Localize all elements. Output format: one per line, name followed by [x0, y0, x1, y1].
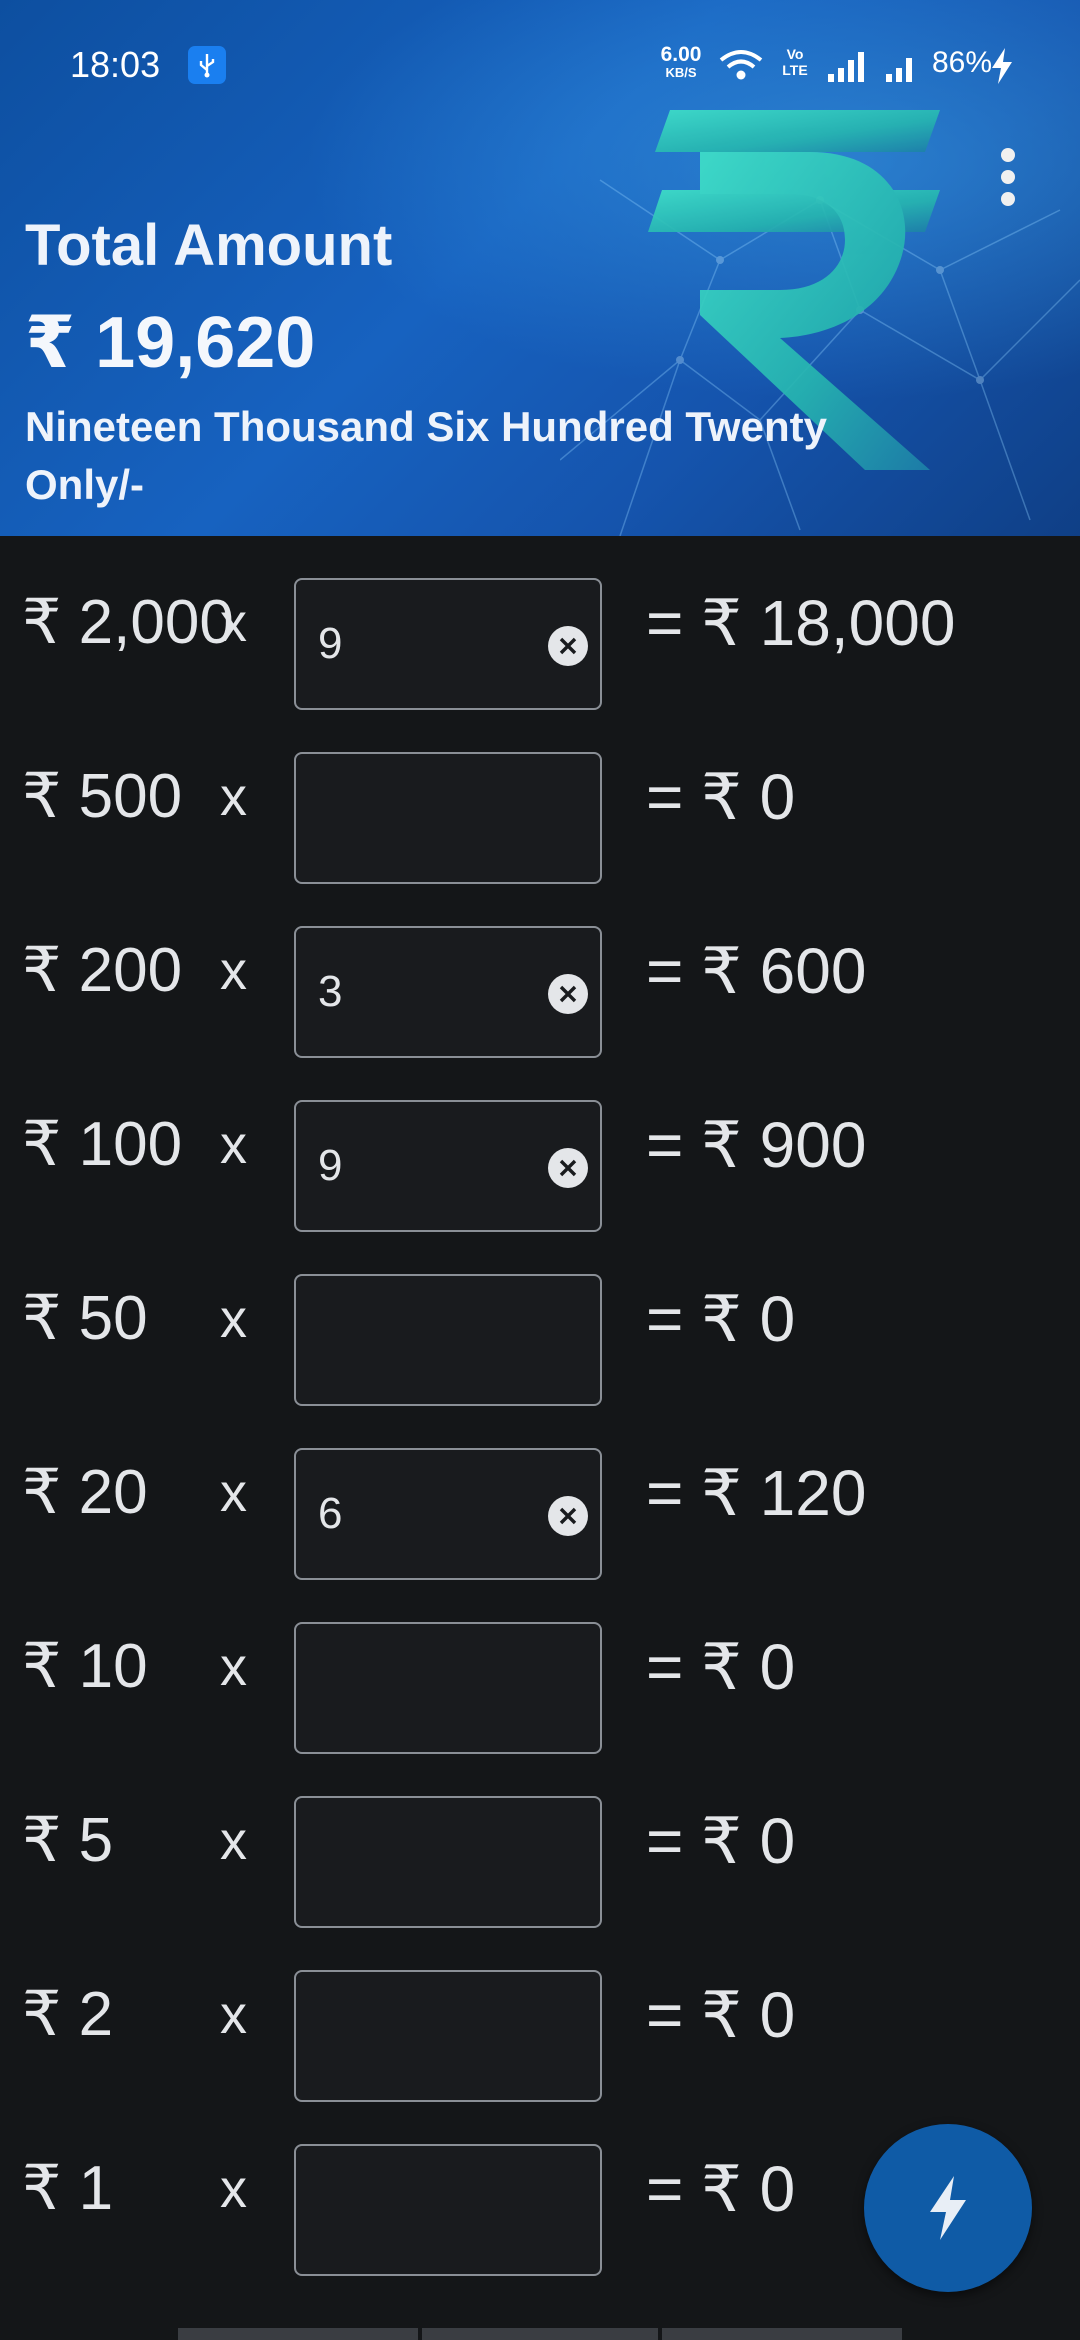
denomination-row: ₹ 2,000 x 9 = ₹ 18,000 [0, 536, 1080, 710]
row-result: = ₹ 0 [646, 1631, 796, 1703]
multiply-sign: x [220, 1289, 247, 1349]
flash-icon [930, 2176, 966, 2240]
signal-icon [886, 58, 912, 82]
row-result: = ₹ 18,000 [646, 587, 956, 659]
multiply-sign: x [220, 1811, 247, 1871]
multiply-sign: x [220, 767, 247, 827]
count-input[interactable] [294, 1796, 602, 1928]
signal-icon [828, 52, 864, 82]
denomination-row: ₹ 200 x 3 = ₹ 600 [0, 884, 1080, 1058]
multiply-sign: x [220, 1115, 247, 1175]
denomination-row: ₹ 50 x = ₹ 0 [0, 1232, 1080, 1406]
denomination-label: ₹ 50 [22, 1284, 148, 1353]
network-speed: 6.00 KB/S [660, 43, 702, 80]
multiply-sign: x [220, 593, 247, 653]
multiply-sign: x [220, 941, 247, 1001]
count-input[interactable] [294, 752, 602, 884]
wifi-icon [719, 50, 763, 80]
status-bar: 18:03 6.00 KB/S Vo LTE 86% [0, 0, 1080, 130]
row-result: = ₹ 0 [646, 761, 796, 833]
denomination-label: ₹ 5 [22, 1806, 114, 1875]
denomination-row: ₹ 2 x = ₹ 0 [0, 1928, 1080, 2102]
denomination-label: ₹ 500 [22, 762, 183, 831]
total-amount-words: Nineteen Thousand Six Hundred Twenty Onl… [25, 403, 827, 508]
count-input[interactable]: 9 [294, 578, 602, 710]
denomination-label: ₹ 100 [22, 1110, 183, 1179]
count-value: 3 [318, 967, 343, 1016]
count-input[interactable] [294, 1970, 602, 2102]
total-amount-title: Total Amount [25, 213, 393, 278]
row-result: = ₹ 0 [646, 1283, 796, 1355]
count-input[interactable] [294, 2144, 602, 2276]
denomination-row: ₹ 5 x = ₹ 0 [0, 1754, 1080, 1928]
row-result: = ₹ 120 [646, 1457, 867, 1529]
row-result: = ₹ 0 [646, 1979, 796, 2051]
multiply-sign: x [220, 1985, 247, 2045]
flash-fab-button[interactable] [864, 2124, 1032, 2292]
denomination-label: ₹ 20 [22, 1458, 148, 1527]
app-screen: 18:03 6.00 KB/S Vo LTE 86% Total Amount … [0, 0, 1080, 2340]
clear-icon[interactable] [548, 1148, 588, 1188]
multiply-sign: x [220, 1463, 247, 1523]
multiply-sign: x [220, 1637, 247, 1697]
denomination-row: ₹ 100 x 9 = ₹ 900 [0, 1058, 1080, 1232]
denomination-label: ₹ 200 [22, 936, 183, 1005]
nav-bar-segment [178, 2328, 418, 2340]
denomination-label: ₹ 10 [22, 1632, 148, 1701]
count-input[interactable]: 6 [294, 1448, 602, 1580]
nav-bar-segment [662, 2328, 902, 2340]
row-result: = ₹ 900 [646, 1109, 867, 1181]
denomination-label: ₹ 1 [22, 2154, 114, 2223]
clear-icon[interactable] [548, 1496, 588, 1536]
status-time: 18:03 [70, 44, 161, 85]
count-value: 6 [318, 1489, 343, 1538]
multiply-sign: x [220, 2159, 247, 2219]
count-input[interactable]: 3 [294, 926, 602, 1058]
row-result: = ₹ 0 [646, 1805, 796, 1877]
clear-icon[interactable] [548, 626, 588, 666]
denomination-row: ₹ 500 x = ₹ 0 [0, 710, 1080, 884]
count-input[interactable] [294, 1622, 602, 1754]
row-result: = ₹ 0 [646, 2153, 796, 2225]
denomination-label: ₹ 2 [22, 1980, 114, 2049]
denomination-row: ₹ 10 x = ₹ 0 [0, 1580, 1080, 1754]
more-vert-icon[interactable] [988, 148, 1028, 214]
charging-icon [992, 48, 1012, 84]
denomination-row: ₹ 20 x 6 = ₹ 120 [0, 1406, 1080, 1580]
row-result: = ₹ 600 [646, 935, 867, 1007]
denomination-label: ₹ 2,000 [22, 588, 234, 657]
battery-level: 86% [932, 46, 993, 79]
count-input[interactable]: 9 [294, 1100, 602, 1232]
nav-bar-segment [422, 2328, 658, 2340]
count-value: 9 [318, 619, 343, 668]
count-input[interactable] [294, 1274, 602, 1406]
clear-icon[interactable] [548, 974, 588, 1014]
header-banner: 18:03 6.00 KB/S Vo LTE 86% Total Amount … [0, 0, 1080, 536]
usb-icon [188, 46, 226, 84]
volte-icon: Vo LTE [782, 46, 808, 78]
count-value: 9 [318, 1141, 343, 1190]
total-amount-value: ₹ 19,620 [25, 303, 316, 383]
